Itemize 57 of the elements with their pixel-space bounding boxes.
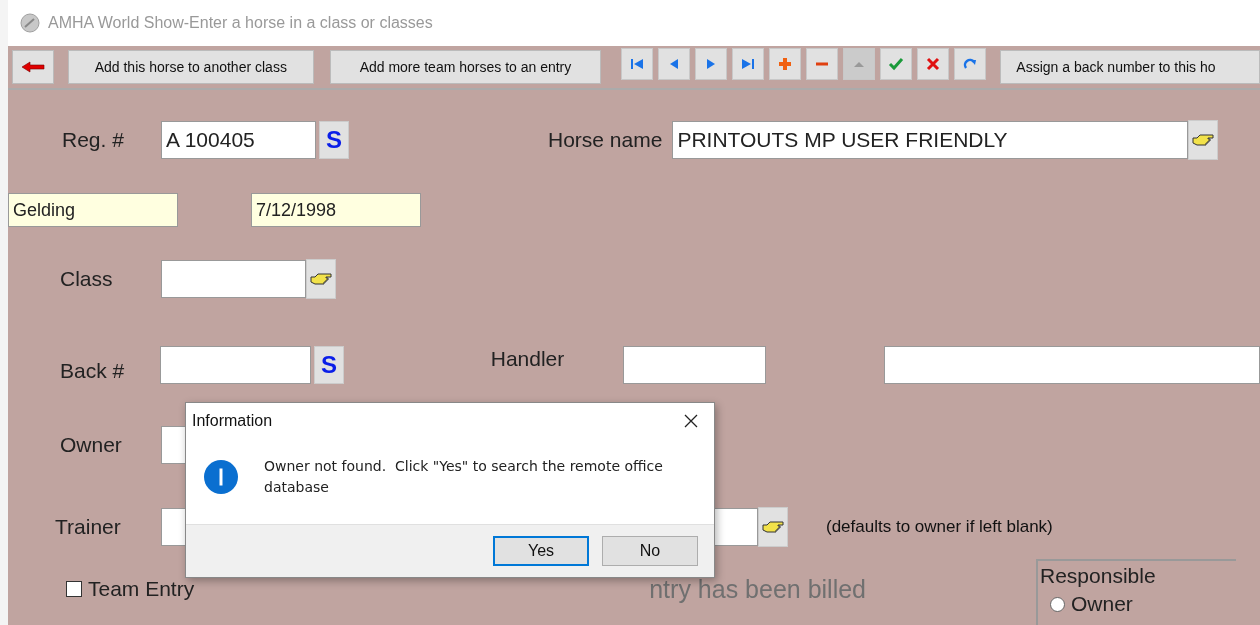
app-icon [20,13,40,33]
pointing-hand-icon [310,271,332,287]
search-button[interactable]: S [319,121,349,159]
cancel-button[interactable] [917,48,950,80]
handler-name-field[interactable] [884,346,1260,384]
last-button[interactable] [732,48,765,80]
prev-button[interactable] [658,48,691,80]
trainer-note: (defaults to owner if left blank) [826,517,1053,537]
ok-button[interactable] [880,48,913,80]
sex-field: Gelding [8,193,178,227]
dialog-title: Information [192,412,273,430]
reg-number-field[interactable]: A 100405 [161,121,316,159]
search-button[interactable]: S [314,346,344,384]
checkmark-icon [888,56,905,72]
dialog-message: Owner not found. Click "Yes" to search the remote office database [264,456,664,497]
skip-last-icon [740,56,757,72]
remove-button[interactable] [806,48,839,80]
field-label: Handler [490,347,566,371]
radio-button[interactable] [1050,596,1065,612]
assign-back-number-button[interactable]: Assign a back number to this ho [1000,50,1260,84]
checkbox-label: Team Entry [88,577,195,601]
dialog-button[interactable]: No [602,536,698,566]
first-button[interactable] [621,48,654,80]
field-label: Trainer [55,515,122,539]
field-label: Back # [60,358,126,383]
close-icon[interactable] [684,414,698,428]
pointing-hand-icon [1192,132,1215,148]
field-label: Owner [60,433,123,457]
back-button[interactable] [12,50,54,84]
checkbox[interactable] [66,581,82,597]
horse-name-field[interactable]: PRINTOUTS MP USER FRIENDLY [672,121,1189,159]
info-icon [204,459,238,494]
handler-field[interactable] [623,346,767,384]
next-button[interactable] [695,48,728,80]
billed-status: ntry has been billed [649,575,866,604]
cross-icon [925,56,942,72]
add-button[interactable] [769,48,802,80]
birth-date-field: 7/12/1998 [251,193,421,227]
class-field[interactable] [161,260,306,298]
skip-first-icon [629,56,646,72]
lookup-button[interactable] [1188,120,1219,160]
field-label: Reg. # [62,128,125,152]
window-title: AMHA World Show-Enter a horse in a class or classes [48,14,433,32]
plus-icon [777,56,794,72]
lookup-button[interactable] [306,259,336,299]
field-label: Class [60,267,114,291]
left-arrow-icon [20,61,45,73]
group-title: Responsible [1040,564,1156,587]
pointing-hand-icon [762,519,784,535]
toolbar-button[interactable]: Add this horse to another class [67,50,314,84]
field-label: Horse name [548,128,663,152]
radio-label: Owner [1071,592,1133,616]
toolbar-button[interactable]: Add more team horses to an entry [329,50,602,84]
refresh-button[interactable] [954,48,987,80]
back-number-field[interactable] [159,346,312,384]
lookup-button[interactable] [758,507,788,547]
dialog-button[interactable]: Yes [493,536,589,566]
